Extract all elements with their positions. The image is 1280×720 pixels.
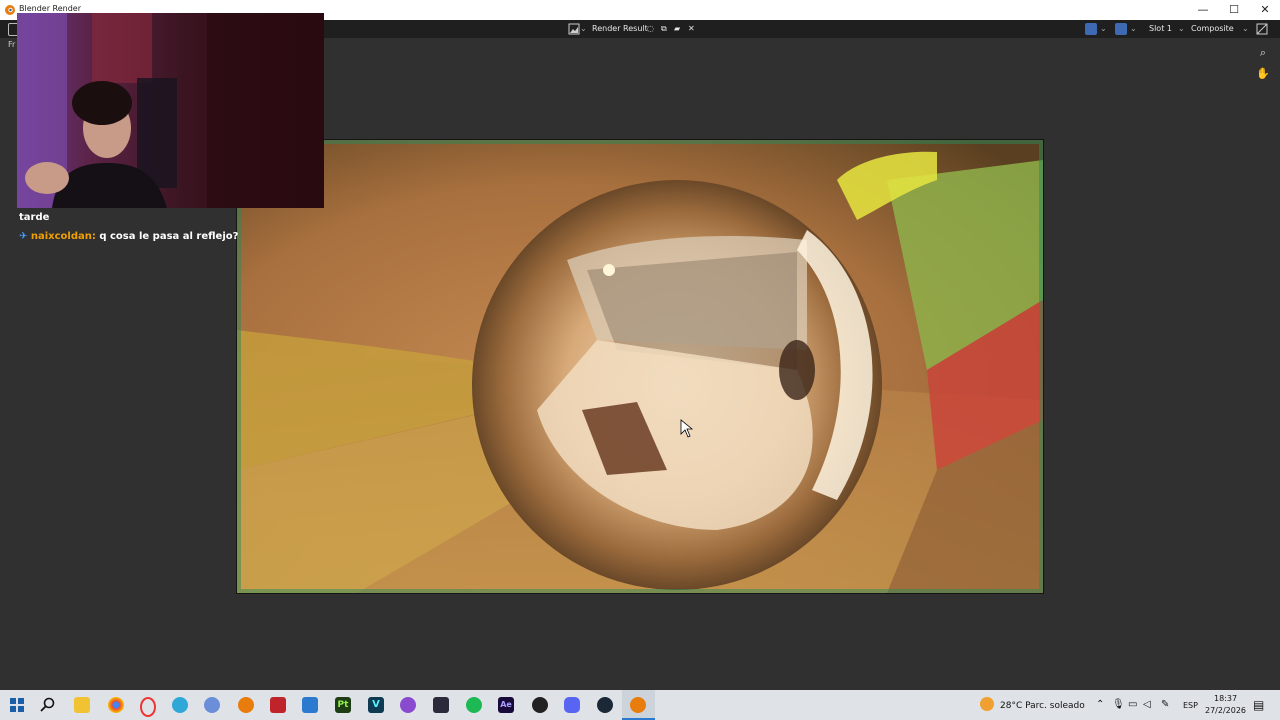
chat-message: ✈ naixcoldan: q cosa le pasa al reflejo? (19, 231, 239, 242)
app-dark-icon[interactable] (433, 697, 449, 713)
close-button[interactable]: ✕ (1248, 0, 1280, 20)
unlink-image-icon[interactable]: ✕ (688, 22, 695, 36)
render-result-image (236, 139, 1044, 594)
pan-hand-icon[interactable]: ✋ (1256, 67, 1270, 81)
app-circle-icon[interactable] (532, 697, 548, 713)
discord-icon[interactable] (564, 697, 580, 713)
volume-icon[interactable]: ◁ (1143, 699, 1151, 710)
app-spiral-icon[interactable] (204, 697, 220, 713)
webcam-person-image (17, 13, 324, 208)
chat-text: q cosa le pasa al reflejo? (99, 231, 239, 242)
stream-chat: tarde ✈ naixcoldan: q cosa le pasa al re… (19, 212, 239, 250)
steam-icon[interactable] (597, 697, 613, 713)
chrome-icon[interactable] (108, 697, 124, 713)
image-browse-icon[interactable] (568, 23, 580, 35)
tray-chevron-icon[interactable]: ⌃ (1096, 699, 1104, 710)
edge-icon[interactable] (172, 697, 188, 713)
notifications-icon[interactable]: ▤ (1253, 698, 1264, 712)
chat-message: tarde (19, 212, 239, 223)
after-effects-icon[interactable]: Ae (498, 697, 514, 713)
overlay-chevron-icon[interactable]: ⌄ (1130, 22, 1137, 36)
network-icon[interactable]: ▭ (1128, 699, 1137, 710)
layer-chevron-icon[interactable]: ⌄ (1242, 22, 1249, 36)
pt-app-icon[interactable]: Pt (335, 697, 351, 713)
app-purple-icon[interactable] (400, 697, 416, 713)
chat-text: tarde (19, 212, 50, 223)
language-indicator[interactable]: ESP (1183, 701, 1198, 710)
weather-icon[interactable] (980, 697, 994, 711)
slot-selector[interactable]: Slot 1 (1149, 22, 1172, 36)
file-explorer-icon[interactable] (74, 697, 90, 713)
pin-icon: ✈ (19, 231, 28, 242)
spotify-icon[interactable] (466, 697, 482, 713)
maximize-button[interactable]: ☐ (1217, 0, 1251, 20)
v-app-icon[interactable]: V (368, 697, 384, 713)
clock-time[interactable]: 18:37 (1214, 694, 1237, 703)
blender-active-icon[interactable] (630, 697, 646, 713)
start-icon[interactable] (9, 697, 25, 713)
image-name-field[interactable]: Render Result (592, 22, 648, 36)
chat-username: naixcoldan: (30, 231, 96, 242)
search-icon[interactable] (40, 697, 56, 713)
slot-chevron-icon[interactable]: ⌄ (1178, 22, 1185, 36)
overlay-toggle-icon[interactable] (1115, 23, 1127, 35)
clock-date[interactable]: 27/2/2026 (1205, 706, 1246, 715)
video-editor-icon[interactable] (270, 697, 286, 713)
render-scene-graphic (237, 140, 1043, 593)
fake-user-icon[interactable]: ◌ (647, 22, 654, 36)
frame-label-stub: Fr (8, 40, 16, 49)
windows-taskbar: Pt V Ae 28°C Parc. soleado ⌃ 🎙 ▭ ◁ ✎ ESP… (0, 690, 1280, 720)
open-image-icon[interactable]: ▰ (674, 22, 680, 36)
browse-chevron-icon: ⌄ (580, 24, 587, 33)
blender-icon[interactable] (238, 697, 254, 713)
gizmo-chevron-icon[interactable]: ⌄ (1100, 22, 1107, 36)
minimize-button[interactable]: — (1186, 0, 1220, 20)
duplicate-image-icon[interactable]: ⧉ (661, 22, 667, 36)
photos-icon[interactable] (302, 697, 318, 713)
weather-text[interactable]: 28°C Parc. soleado (1000, 701, 1085, 711)
opera-icon[interactable] (140, 697, 156, 717)
display-channels-icon[interactable] (1256, 23, 1268, 35)
microphone-icon[interactable]: 🎙 (1112, 699, 1125, 710)
zoom-icon[interactable]: ⌕ (1256, 46, 1270, 60)
window-title: Blender Render (19, 4, 82, 13)
layer-selector[interactable]: Composite (1191, 22, 1234, 36)
webcam-overlay (17, 13, 324, 208)
blender-logo-icon (5, 5, 15, 15)
gizmo-toggle-icon[interactable] (1085, 23, 1097, 35)
pen-icon[interactable]: ✎ (1161, 699, 1169, 710)
